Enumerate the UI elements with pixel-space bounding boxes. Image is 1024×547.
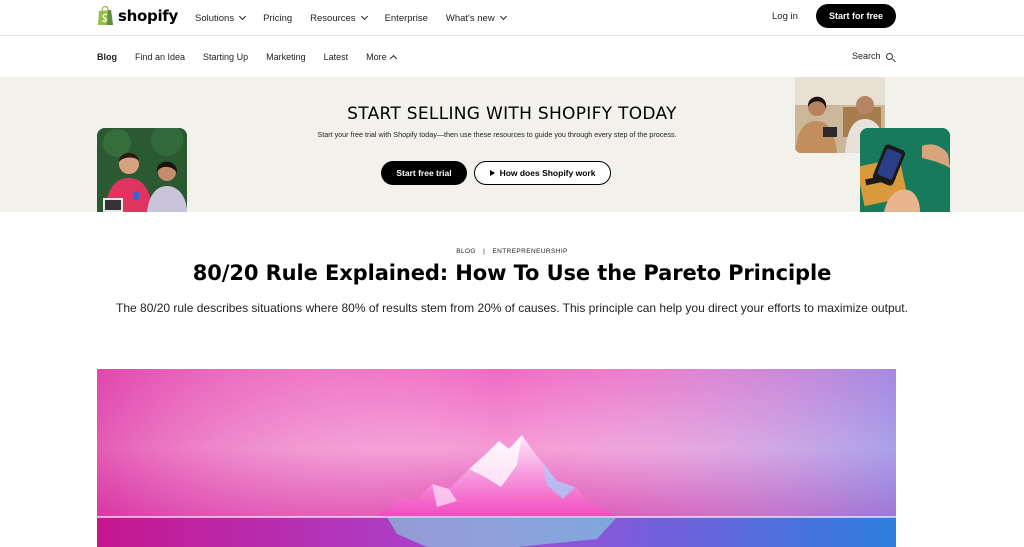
top-navigation: shopify Solutions Pricing Resources Ente… bbox=[0, 0, 1024, 36]
nav-enterprise-label: Enterprise bbox=[384, 12, 428, 24]
primary-nav: Solutions Pricing Resources Enterprise W… bbox=[195, 0, 524, 36]
promo-banner: START SELLING WITH SHOPIFY TODAY Start y… bbox=[0, 77, 1024, 212]
blog-subnav: Blog Find an Idea Starting Up Marketing … bbox=[0, 37, 1024, 77]
how-shopify-works-label: How does Shopify work bbox=[499, 168, 596, 178]
nav-whats-new[interactable]: What's new bbox=[445, 12, 507, 24]
nav-enterprise[interactable]: Enterprise bbox=[385, 13, 428, 24]
article-description: The 80/20 rule describes situations wher… bbox=[116, 301, 908, 315]
article-title: 80/20 Rule Explained: How To Use the Par… bbox=[192, 261, 832, 285]
subnav-item-starting-up[interactable]: Starting Up bbox=[203, 52, 248, 62]
nav-resources[interactable]: Resources bbox=[310, 12, 368, 24]
chevron-down-icon bbox=[360, 12, 368, 21]
start-for-free-button[interactable]: Start for free bbox=[816, 4, 896, 28]
article-tag-link[interactable]: ENTREPRENEURSHIP bbox=[492, 248, 567, 255]
iceberg-illustration bbox=[97, 369, 896, 547]
subnav-item-blog[interactable]: Blog bbox=[97, 52, 117, 62]
subnav-item-find-an-idea[interactable]: Find an Idea bbox=[135, 52, 185, 62]
search-label: Search bbox=[852, 51, 881, 61]
chevron-down-icon bbox=[239, 12, 247, 21]
banner-subtitle: Start your free trial with Shopify today… bbox=[317, 130, 677, 139]
women-photo-illustration bbox=[97, 128, 187, 212]
subnav-item-marketing[interactable]: Marketing bbox=[266, 52, 306, 62]
article-meta: BLOG | ENTREPRENEURSHIP bbox=[0, 248, 1024, 255]
search-button[interactable]: Search bbox=[852, 51, 893, 61]
brand-wordmark: shopify bbox=[118, 7, 178, 25]
nav-pricing-label: Pricing bbox=[263, 12, 293, 24]
nav-solutions-label: Solutions bbox=[195, 12, 235, 24]
play-icon bbox=[489, 170, 495, 176]
subnav-more-label: More bbox=[366, 52, 387, 62]
how-shopify-works-button[interactable]: How does Shopify work bbox=[474, 161, 611, 185]
chevron-down-icon bbox=[499, 12, 507, 21]
shopify-logo[interactable]: shopify bbox=[97, 6, 178, 26]
nav-pricing[interactable]: Pricing bbox=[263, 13, 292, 24]
chevron-up-icon bbox=[389, 54, 397, 62]
nav-whats-new-label: What's new bbox=[445, 12, 495, 24]
nav-solutions[interactable]: Solutions bbox=[195, 12, 247, 24]
article-category-link[interactable]: BLOG bbox=[456, 248, 476, 255]
banner-photo-women-laptop bbox=[97, 128, 187, 212]
login-link[interactable]: Log in bbox=[772, 11, 798, 22]
article-hero-image-iceberg bbox=[97, 369, 896, 547]
banner-photo-phone-payment bbox=[860, 128, 950, 212]
banner-title: START SELLING WITH SHOPIFY TODAY bbox=[347, 104, 677, 124]
shopify-bag-icon bbox=[98, 6, 113, 25]
nav-resources-label: Resources bbox=[310, 12, 356, 24]
start-free-trial-button[interactable]: Start free trial bbox=[381, 161, 467, 185]
blog-subnav-items: Blog Find an Idea Starting Up Marketing … bbox=[97, 37, 414, 77]
phone-payment-illustration bbox=[860, 128, 950, 212]
meta-separator: | bbox=[483, 248, 486, 255]
search-icon bbox=[885, 52, 893, 60]
subnav-item-more[interactable]: More bbox=[366, 52, 397, 62]
subnav-item-latest[interactable]: Latest bbox=[324, 52, 349, 62]
